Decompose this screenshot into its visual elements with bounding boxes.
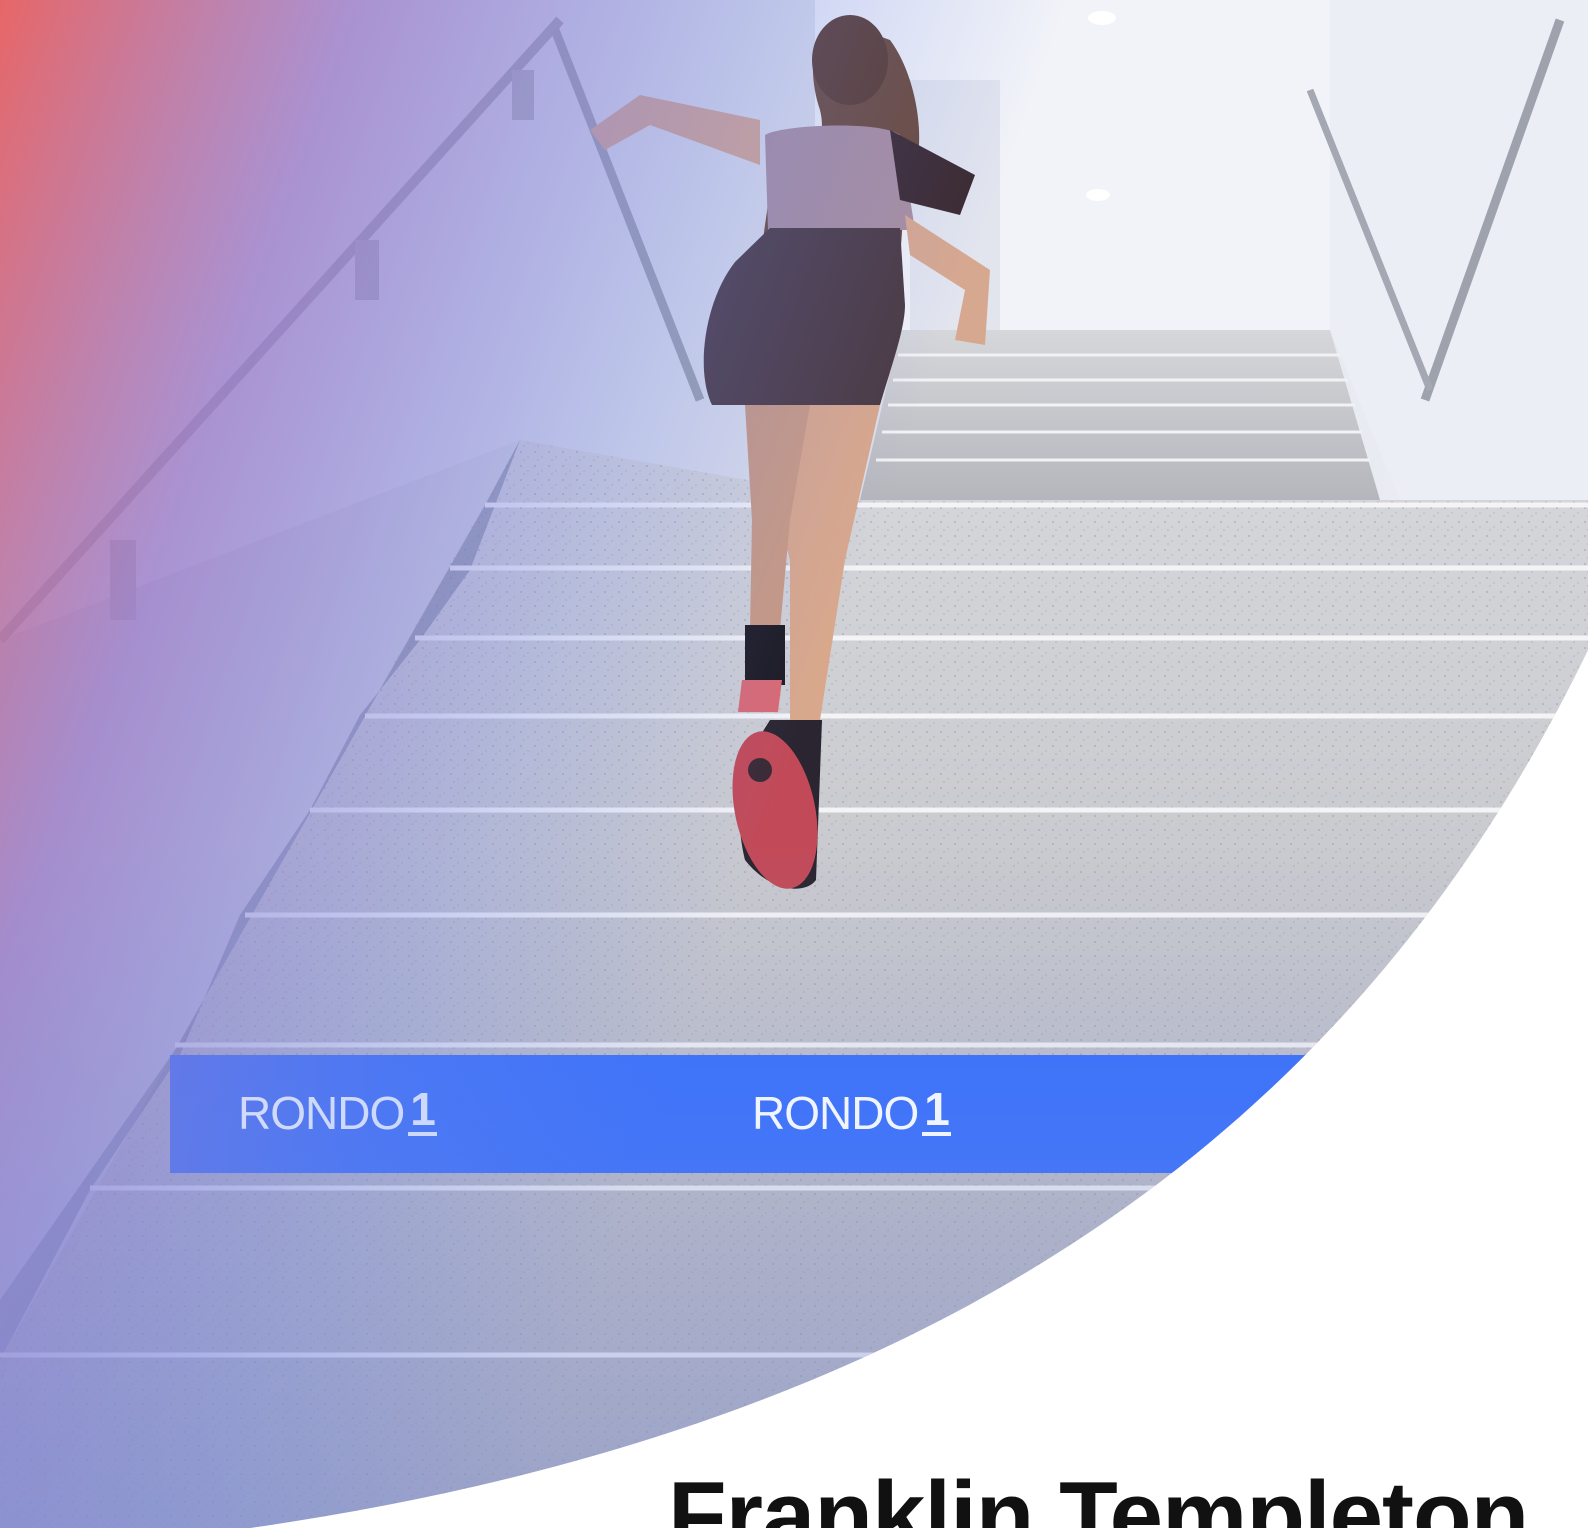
rondo-logo-text: RONDO	[238, 1086, 405, 1139]
rondo-logo: RONDO 1	[238, 1083, 437, 1139]
rondo-logo-mark: 1	[922, 1083, 951, 1136]
staircase-photo	[0, 0, 1588, 1528]
rondo-logo-mark: 1	[408, 1083, 437, 1136]
promo-image: RONDO 1 RONDO 1 Franklin Templeton	[0, 0, 1588, 1528]
rondo-logo: RONDO 1	[752, 1083, 951, 1139]
rondo-logo-text: RONDO	[752, 1086, 919, 1139]
brand-title: Franklin Templeton	[668, 1462, 1529, 1528]
